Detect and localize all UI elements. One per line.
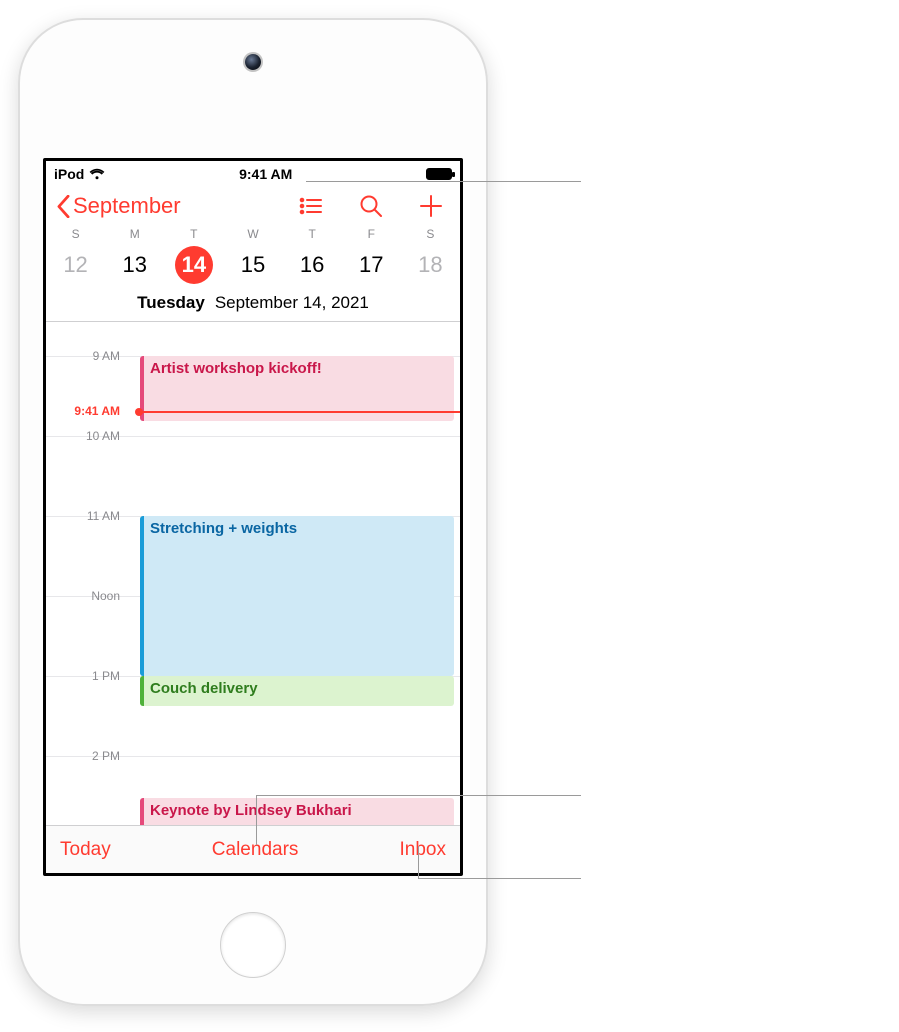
back-label: September: [73, 193, 181, 219]
divider: [46, 321, 460, 322]
list-view-button[interactable]: [298, 193, 324, 219]
week-day[interactable]: 13: [116, 246, 154, 284]
day-timeline[interactable]: 9 AM10 AM11 AMNoon1 PM2 PM3 PMArtist wor…: [46, 326, 460, 816]
front-camera: [245, 54, 261, 70]
weekday-name: Tuesday: [137, 293, 205, 312]
week-day-row: 12 13 14 15 16 17 18: [46, 245, 460, 285]
screen: iPod 9:41 AM September: [43, 158, 463, 876]
chevron-left-icon: [56, 195, 71, 218]
hour-label: 2 PM: [46, 749, 130, 763]
status-time: 9:41 AM: [239, 166, 292, 182]
full-date: September 14, 2021: [215, 293, 369, 312]
event-title: Artist workshop kickoff!: [150, 360, 322, 377]
weekday-header: SMTWTFS: [46, 227, 460, 241]
weekday-letter: S: [46, 227, 105, 241]
week-day[interactable]: 15: [234, 246, 272, 284]
event-title: Couch delivery: [150, 680, 258, 697]
device-label: iPod: [54, 166, 84, 182]
home-button[interactable]: [220, 912, 286, 978]
inbox-button[interactable]: Inbox: [400, 839, 446, 861]
week-day[interactable]: 18: [411, 246, 449, 284]
today-button[interactable]: Today: [60, 839, 111, 861]
week-day[interactable]: 12: [57, 246, 95, 284]
week-day[interactable]: 17: [352, 246, 390, 284]
list-icon: [298, 193, 324, 219]
selected-date-label: Tuesday September 14, 2021: [46, 285, 460, 321]
event-color-bar: [140, 516, 144, 676]
ipod-device-frame: iPod 9:41 AM September: [18, 18, 488, 1006]
calendar-event[interactable]: Stretching + weights: [140, 516, 454, 676]
add-event-button[interactable]: [418, 193, 444, 219]
calendar-event[interactable]: Couch delivery: [140, 676, 454, 706]
week-day[interactable]: 14: [175, 246, 213, 284]
event-title: Keynote by Lindsey Bukhari: [150, 802, 352, 819]
week-day[interactable]: 16: [293, 246, 331, 284]
search-icon: [358, 193, 384, 219]
status-bar: iPod 9:41 AM: [46, 161, 460, 187]
bottom-toolbar: Today Calendars Inbox: [46, 825, 460, 873]
wifi-icon: [89, 168, 105, 180]
weekday-letter: T: [283, 227, 342, 241]
nav-header: September: [46, 187, 460, 223]
hour-label: 9 AM: [46, 349, 130, 363]
back-button[interactable]: September: [56, 193, 181, 219]
event-title: Stretching + weights: [150, 520, 297, 537]
hour-label: Noon: [46, 589, 130, 603]
battery-icon: [426, 168, 452, 180]
weekday-letter: W: [223, 227, 282, 241]
hour-label: 11 AM: [46, 509, 130, 523]
weekday-letter: F: [342, 227, 401, 241]
hour-label: 10 AM: [46, 429, 130, 443]
search-button[interactable]: [358, 193, 384, 219]
weekday-letter: T: [164, 227, 223, 241]
weekday-letter: M: [105, 227, 164, 241]
weekday-letter: S: [401, 227, 460, 241]
current-time-label: 9:41 AM: [46, 404, 130, 418]
plus-icon: [418, 193, 444, 219]
current-time-line: [140, 411, 460, 413]
hour-label: 1 PM: [46, 669, 130, 683]
calendars-button[interactable]: Calendars: [212, 839, 299, 861]
event-color-bar: [140, 676, 144, 706]
